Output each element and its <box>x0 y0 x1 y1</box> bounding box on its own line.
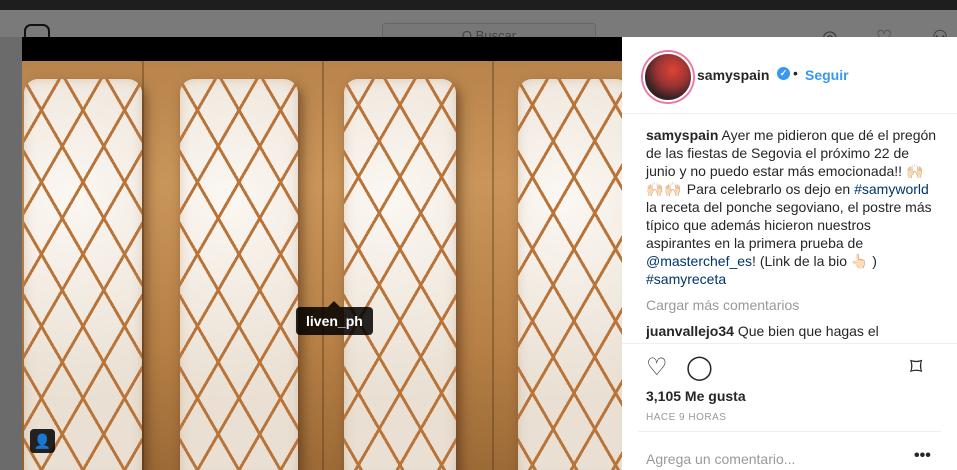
caption-text: ! (Link de la bio <box>752 253 847 269</box>
wood-plank-line <box>322 61 324 470</box>
modal-top-bar <box>22 37 622 61</box>
ponche-loaf <box>344 79 456 470</box>
comment-text: Que bien que hagas el <box>737 323 879 339</box>
caption-text: Para celebrarlo os dejo en <box>686 181 851 197</box>
likes-count[interactable]: 3,105 Me gusta <box>646 388 746 404</box>
separator-dot: • <box>793 65 798 81</box>
caption-text: la receta del ponche segoviano, el postr… <box>646 199 932 251</box>
actions-divider <box>622 343 957 344</box>
comment-username[interactable]: juanvallejo34 <box>646 323 734 339</box>
user-tag-icon[interactable]: 👤 <box>30 429 55 453</box>
pointing-up-emoji: 👆🏻 <box>850 253 869 269</box>
mention-link[interactable]: @masterchef_es <box>646 253 752 269</box>
like-heart-icon[interactable]: ♡ <box>646 353 668 382</box>
comment-bubble-icon[interactable]: ◯ <box>686 353 713 382</box>
wood-plank-line <box>142 61 144 470</box>
ponche-loaf <box>180 79 298 470</box>
caption-text: ) <box>872 253 877 269</box>
top-bar <box>0 0 957 10</box>
more-options-button[interactable]: ••• <box>914 447 931 465</box>
post-username[interactable]: samyspain <box>697 67 769 83</box>
comment-divider <box>638 431 941 432</box>
caption-username[interactable]: samyspain <box>646 127 718 143</box>
photo-user-tag[interactable]: liven_ph <box>296 301 373 335</box>
post-photo[interactable] <box>22 61 622 470</box>
post-timestamp: HACE 9 HORAS <box>646 412 727 423</box>
ponche-loaf <box>518 79 622 470</box>
ponche-loaf <box>24 79 142 470</box>
follow-button[interactable]: Seguir <box>805 67 849 83</box>
hashtag-link[interactable]: #samyreceta <box>646 271 726 287</box>
post-header: samyspain ✓ • Seguir <box>622 37 957 114</box>
avatar[interactable] <box>643 52 693 102</box>
post-side-panel: samyspain ✓ • Seguir samyspain Ayer me p… <box>622 37 957 470</box>
post-caption: samyspain Ayer me pidieron que dé el pre… <box>646 126 938 288</box>
hashtag-link[interactable]: #samyworld <box>854 181 929 197</box>
wood-plank-line <box>492 61 494 470</box>
add-comment-input[interactable]: Agrega un comentario... <box>646 451 795 467</box>
bookmark-icon[interactable]: ⌑ <box>910 353 922 382</box>
comment-item: juanvallejo34 Que bien que hagas el <box>646 323 946 341</box>
verified-badge-icon: ✓ <box>777 67 790 80</box>
load-more-comments-link[interactable]: Cargar más comentarios <box>646 297 799 313</box>
